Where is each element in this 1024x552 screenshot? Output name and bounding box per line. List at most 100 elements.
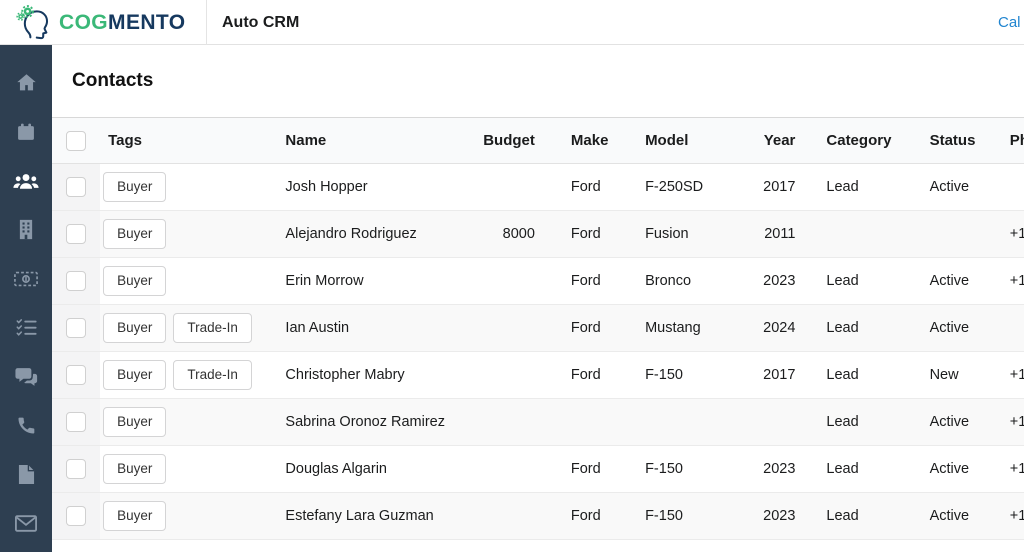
sidebar-item-contacts[interactable] (0, 156, 52, 205)
calendar-icon (16, 122, 36, 142)
make-cell: Ford (539, 446, 631, 493)
model-cell: Bronco (631, 258, 754, 305)
tag-chip[interactable]: Buyer (103, 219, 166, 249)
budget-cell (481, 164, 539, 211)
column-header-name[interactable]: Name (285, 118, 480, 164)
phone-cell: +1 (1008, 352, 1024, 399)
row-checkbox[interactable] (66, 412, 86, 432)
table-row[interactable]: BuyerSabrina Oronoz RamirezLeadActive+1 (52, 399, 1024, 446)
users-icon (13, 171, 39, 191)
budget-cell (481, 493, 539, 540)
column-header-year[interactable]: Year (754, 118, 814, 164)
tag-chip[interactable]: Buyer (103, 454, 166, 484)
logo-wordmark: COGMENTO (59, 5, 186, 41)
calendar-link[interactable]: Cal (998, 0, 1021, 45)
year-cell (754, 399, 814, 446)
sidebar-item-calls[interactable] (0, 401, 52, 450)
tag-chip[interactable]: Buyer (103, 407, 166, 437)
sidebar-item-home[interactable] (0, 58, 52, 107)
make-cell: Ford (539, 211, 631, 258)
budget-cell (481, 258, 539, 305)
row-checkbox[interactable] (66, 318, 86, 338)
column-header-status[interactable]: Status (918, 118, 1008, 164)
column-header-category[interactable]: Category (814, 118, 917, 164)
make-cell: Ford (539, 305, 631, 352)
tag-chip[interactable]: Buyer (103, 266, 166, 296)
name-cell: Douglas Algarin (285, 446, 480, 493)
table-row[interactable]: BuyerDouglas AlgarinFordF-1502023LeadAct… (52, 446, 1024, 493)
name-cell: Josh Hopper (285, 164, 480, 211)
name-cell: Sabrina Oronoz Ramirez (285, 399, 480, 446)
table-row[interactable]: BuyerAlejandro Rodriguez8000FordFusion20… (52, 211, 1024, 258)
year-cell: 2011 (754, 211, 814, 258)
table-header-row: Tags Name Budget Make Model Year Categor… (52, 118, 1024, 164)
tag-chip[interactable]: Buyer (103, 360, 166, 390)
sidebar-item-calendar[interactable] (0, 107, 52, 156)
column-header-budget[interactable]: Budget (481, 118, 539, 164)
app-title: Auto CRM (222, 0, 299, 45)
table-row[interactable]: BuyerErin MorrowFordBronco2023LeadActive… (52, 258, 1024, 305)
row-checkbox[interactable] (66, 271, 86, 291)
tag-chip[interactable]: Buyer (103, 501, 166, 531)
phone-cell: +1 (1008, 399, 1024, 446)
head-gears-icon (16, 4, 54, 41)
sidebar-item-tasks[interactable] (0, 303, 52, 352)
model-cell: F-150 (631, 493, 754, 540)
sidebar-item-email[interactable] (0, 499, 52, 548)
tag-chip[interactable]: Trade-In (173, 313, 252, 343)
phone-cell (1008, 305, 1024, 352)
row-checkbox[interactable] (66, 459, 86, 479)
column-header-model[interactable]: Model (631, 118, 754, 164)
budget-cell: 8000 (481, 211, 539, 258)
phone-cell: +1 (1008, 258, 1024, 305)
column-header-phone[interactable]: Ph (1008, 118, 1024, 164)
category-cell: Lead (814, 305, 917, 352)
main-content: Contacts Tags Name Budget Make Model Yea… (52, 45, 1024, 552)
make-cell: Ford (539, 493, 631, 540)
tag-chip[interactable]: Buyer (103, 313, 166, 343)
make-cell (539, 399, 631, 446)
model-cell: F-150 (631, 352, 754, 399)
year-cell: 2017 (754, 352, 814, 399)
sidebar-item-documents[interactable] (0, 450, 52, 499)
table-row[interactable]: BuyerJosh HopperFordF-250SD2017LeadActiv… (52, 164, 1024, 211)
building-icon (17, 219, 35, 240)
phone-cell: +1 (1008, 493, 1024, 540)
sidebar-item-chat[interactable] (0, 352, 52, 401)
name-cell: Ian Austin (285, 305, 480, 352)
row-checkbox[interactable] (66, 506, 86, 526)
category-cell: Lead (814, 164, 917, 211)
tag-chip[interactable]: Trade-In (173, 360, 252, 390)
status-cell: Active (918, 446, 1008, 493)
select-all-checkbox[interactable] (66, 131, 86, 151)
row-checkbox[interactable] (66, 177, 86, 197)
table-row[interactable]: BuyerTrade-In Christopher Mabry FordF-1502… (52, 352, 1024, 399)
money-icon (14, 271, 38, 287)
sidebar-item-companies[interactable] (0, 205, 52, 254)
model-cell: Mustang (631, 305, 754, 352)
table-row[interactable]: BuyerTrade-InIan AustinFordMustang2024Le… (52, 305, 1024, 352)
status-cell (918, 211, 1008, 258)
document-icon (18, 464, 35, 485)
status-cell: Active (918, 164, 1008, 211)
topbar-separator (206, 0, 207, 45)
table-row[interactable]: BuyerEstefany Lara GuzmanFordF-1502023Le… (52, 493, 1024, 540)
checklist-icon (16, 318, 37, 337)
phone-cell: +1 (1008, 211, 1024, 258)
status-cell: Active (918, 258, 1008, 305)
budget-cell (481, 446, 539, 493)
sidebar-nav (0, 45, 52, 552)
make-cell: Ford (539, 352, 631, 399)
sidebar-item-deals[interactable] (0, 254, 52, 303)
cogmento-logo[interactable]: COGMENTO (16, 4, 186, 41)
category-cell: Lead (814, 493, 917, 540)
row-checkbox[interactable] (66, 224, 86, 244)
tag-chip[interactable]: Buyer (103, 172, 166, 202)
column-header-tags[interactable]: Tags (100, 118, 285, 164)
year-cell: 2023 (754, 446, 814, 493)
model-cell: F-150 (631, 446, 754, 493)
make-cell: Ford (539, 164, 631, 211)
name-cell: Christopher Mabry (285, 352, 480, 399)
column-header-make[interactable]: Make (539, 118, 631, 164)
row-checkbox[interactable] (66, 365, 86, 385)
